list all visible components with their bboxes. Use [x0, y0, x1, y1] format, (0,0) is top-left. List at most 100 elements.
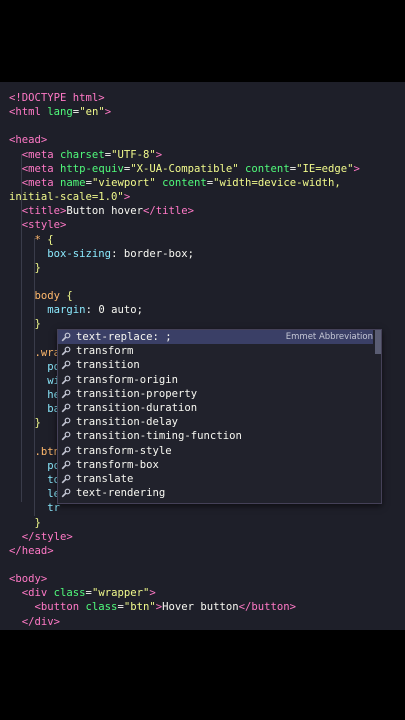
code-token: <html [9, 106, 48, 119]
code-token: : [85, 304, 99, 317]
wrench-icon [61, 403, 72, 413]
code-token: > [104, 106, 112, 119]
code-token: <style> [21, 219, 67, 232]
wrench-icon [61, 431, 72, 441]
code-line: <style> [9, 218, 67, 232]
suggestion-label: transform [76, 345, 134, 358]
code-line: .wra [9, 346, 61, 360]
suggestion-label: transition [76, 359, 140, 372]
wrench-icon [61, 417, 72, 427]
suggestion-label: transition-property [76, 387, 198, 400]
code-token: charset [60, 148, 105, 161]
suggestion-item[interactable]: transform-style [58, 444, 373, 458]
code-token: "UTF-8" [111, 148, 156, 161]
code-line: * { [9, 233, 54, 247]
suggestion-item[interactable]: transition-property [58, 387, 373, 401]
code-token: } [34, 261, 41, 274]
suggestion-item[interactable]: transition-delay [58, 415, 373, 429]
suggestion-detail: Emmet Abbreviation [285, 332, 373, 342]
suggestion-item[interactable]: transition-timing-function [58, 429, 373, 443]
code-line: <div class="wrapper"> [9, 586, 156, 600]
code-token: class [85, 601, 118, 614]
code-token: border-box [123, 247, 188, 260]
suggestion-scrollbar[interactable] [375, 330, 381, 354]
code-line: <body> [9, 572, 47, 586]
code-line: } [9, 261, 41, 275]
suggestion-item[interactable]: text-rendering [58, 486, 373, 500]
code-line: } [9, 416, 41, 430]
suggestion-label: transform-style [76, 444, 172, 457]
code-token: { [66, 290, 73, 303]
code-token: content [162, 176, 207, 189]
code-token: body [34, 290, 67, 303]
code-line: <!DOCTYPE html> [9, 91, 105, 105]
wrench-icon [61, 446, 72, 456]
code-line: </div> [9, 615, 60, 629]
code-token: </style> [21, 530, 73, 543]
code-token: "viewport" [91, 176, 156, 189]
code-token: > [123, 191, 131, 204]
code-line: margin: 0 auto; [9, 303, 143, 317]
autocomplete-suggestions[interactable]: text-replace: ; Emmet Abbreviation transfo… [57, 329, 382, 504]
suggestion-item[interactable]: transition-duration [58, 401, 373, 415]
code-token: "wrapper" [91, 587, 150, 600]
code-line: wi [9, 374, 60, 388]
code-token: margin [47, 304, 86, 317]
code-line: body { [9, 289, 73, 303]
code-line: <html lang="en"> [9, 105, 111, 119]
suggestion-label: transform-origin [76, 373, 179, 386]
code-line: } [9, 516, 41, 530]
code-token: <!DOCTYPE html> [9, 92, 105, 104]
code-token: </button> [238, 601, 297, 614]
code-token: <title> [21, 205, 67, 218]
code-token: <meta [21, 148, 61, 161]
suggestion-item[interactable]: transform-origin [58, 373, 373, 387]
code-token: <div [21, 587, 54, 600]
code-line: to [9, 473, 60, 487]
suggestion-item[interactable]: transform [58, 344, 373, 358]
code-token: > [149, 587, 156, 600]
code-line: box-sizing: border-box; [9, 247, 194, 261]
suggestion-label: translate [76, 473, 134, 485]
code-token: "X-UA-Compatible" [130, 162, 239, 175]
suggestion-item[interactable]: transform-box [58, 458, 373, 472]
code-token: } [34, 516, 41, 529]
wrench-icon [61, 346, 72, 356]
code-token: <head> [9, 134, 48, 147]
suggestion-label: transition-timing-function [76, 430, 242, 443]
code-token: tr [47, 502, 61, 515]
code-token: <body> [9, 573, 48, 586]
code-token: <meta [21, 162, 61, 175]
code-line: <title>Button hover</title> [9, 204, 194, 218]
code-token: "width=device-width, [213, 176, 341, 189]
suggestion-label: transition-duration [76, 402, 198, 414]
code-line: le [9, 487, 60, 501]
suggestion-label: transition-delay [76, 416, 179, 429]
suggestion-label: text-rendering [76, 487, 166, 500]
code-token: Hover button [162, 601, 239, 614]
suggestion-item[interactable]: text-replace: ; Emmet Abbreviation [58, 330, 373, 344]
code-token: "en" [79, 106, 105, 119]
code-line: </head> [9, 544, 54, 558]
code-token: > [155, 148, 163, 161]
code-line: </style> [9, 530, 73, 544]
code-token: "btn" [123, 601, 156, 614]
suggestion-item[interactable]: transition [58, 358, 373, 372]
suggestion-item[interactable]: translate [58, 472, 373, 486]
